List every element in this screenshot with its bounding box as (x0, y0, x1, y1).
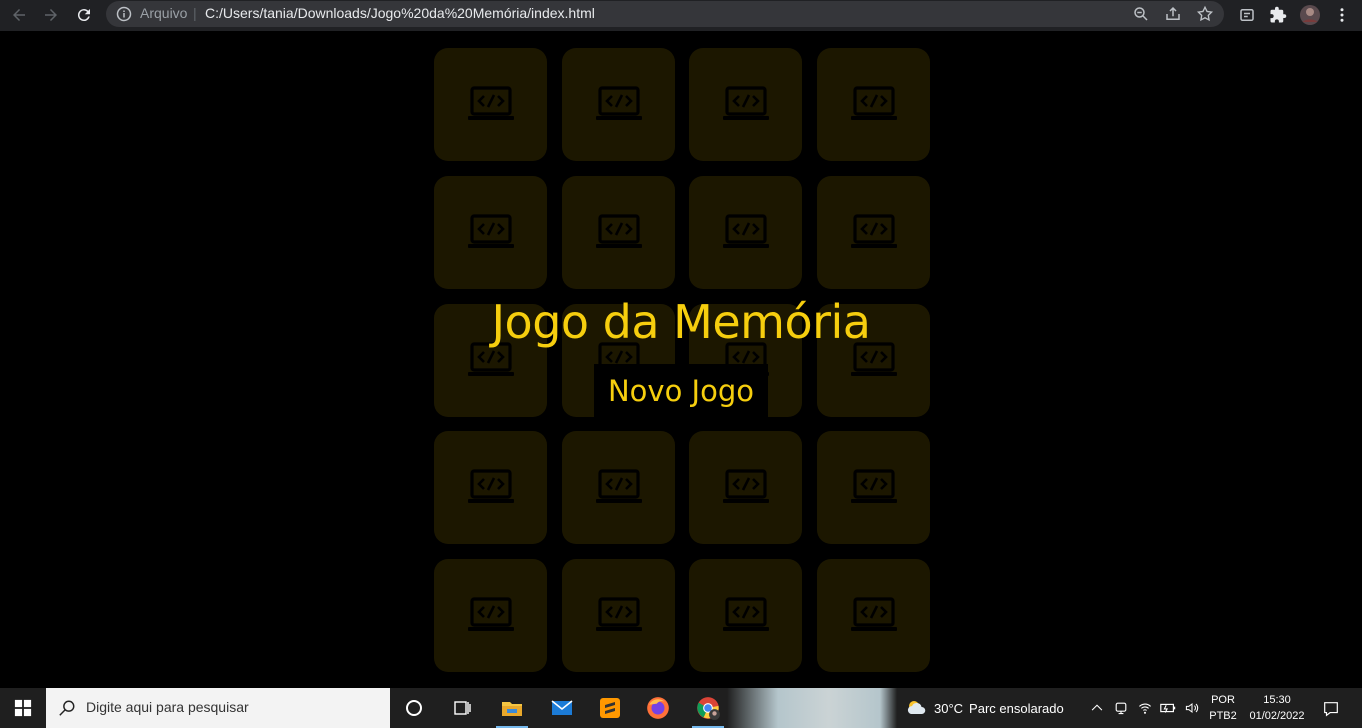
cortana-icon[interactable] (390, 688, 438, 728)
memory-card[interactable] (434, 48, 547, 161)
input-language-indicator[interactable]: POR PTB2 (1208, 692, 1238, 724)
laptop-code-icon (850, 85, 898, 125)
memory-card[interactable] (434, 431, 547, 544)
laptop-code-icon (595, 213, 643, 253)
clock-date: 01/02/2022 (1249, 710, 1305, 722)
sublime-text-icon[interactable] (586, 688, 634, 728)
memory-card[interactable] (817, 431, 930, 544)
taskbar-wallpaper-strip (727, 688, 897, 728)
new-game-button[interactable]: Novo Jogo (594, 364, 768, 418)
laptop-code-icon (722, 85, 770, 125)
share-icon[interactable] (1164, 5, 1182, 23)
memory-card[interactable] (817, 559, 930, 672)
reload-icon[interactable] (71, 2, 97, 28)
memory-card[interactable] (434, 176, 547, 289)
laptop-code-icon (595, 468, 643, 508)
battery-icon[interactable] (1158, 698, 1178, 718)
windows-start-icon[interactable] (0, 688, 46, 728)
game-title: Jogo da Memória (491, 295, 871, 349)
chrome-icon[interactable] (684, 688, 732, 728)
profile-avatar[interactable] (1299, 4, 1321, 26)
search-placeholder: Digite aqui para pesquisar (86, 699, 249, 715)
memory-card[interactable] (562, 176, 675, 289)
taskbar-search-box[interactable]: Digite aqui para pesquisar (46, 688, 390, 728)
scheme-separator: | (193, 5, 197, 21)
browser-toolbar: Arquivo | C:/Users/tania/Downloads/Jogo%… (0, 0, 1362, 31)
weather-temperature: 30°C (934, 700, 964, 716)
star-icon[interactable] (1196, 5, 1214, 23)
info-icon[interactable] (116, 6, 132, 22)
laptop-code-icon (467, 85, 515, 125)
search-icon (58, 699, 76, 717)
keyboard-layout: PTB2 (1209, 710, 1237, 722)
laptop-code-icon (595, 85, 643, 125)
laptop-code-icon (850, 596, 898, 636)
scheme-label: Arquivo (140, 5, 188, 21)
zoom-icon[interactable] (1132, 5, 1150, 23)
memory-card[interactable] (562, 48, 675, 161)
mail-icon[interactable] (538, 688, 586, 728)
notification-icon[interactable] (1318, 696, 1344, 722)
windows-taskbar: Digite aqui para pesquisar 30°C Parc ens… (0, 688, 1362, 728)
menu-icon[interactable] (1331, 4, 1353, 26)
laptop-code-icon (722, 213, 770, 253)
memory-card[interactable] (562, 559, 675, 672)
extensions-icon[interactable] (1267, 4, 1289, 26)
memory-card[interactable] (689, 559, 802, 672)
file-explorer-icon[interactable] (488, 688, 536, 728)
clock-time: 15:30 (1263, 694, 1291, 706)
weather-widget[interactable]: 30°C Parc ensolarado (904, 688, 1064, 728)
memory-card[interactable] (689, 48, 802, 161)
laptop-code-icon (722, 596, 770, 636)
laptop-code-icon (467, 596, 515, 636)
address-bar[interactable]: Arquivo | C:/Users/tania/Downloads/Jogo%… (106, 1, 1224, 27)
url-text[interactable]: C:/Users/tania/Downloads/Jogo%20da%20Mem… (205, 5, 595, 21)
forward-icon[interactable] (38, 2, 64, 28)
language-code: POR (1211, 694, 1235, 706)
weather-description: Parc ensolarado (969, 700, 1064, 716)
memory-card[interactable] (562, 431, 675, 544)
volume-icon[interactable] (1182, 698, 1202, 718)
laptop-code-icon (467, 468, 515, 508)
laptop-code-icon (595, 596, 643, 636)
memory-card[interactable] (434, 559, 547, 672)
memory-card[interactable] (817, 176, 930, 289)
laptop-code-icon (467, 213, 515, 253)
memory-card[interactable] (689, 431, 802, 544)
laptop-code-icon (850, 468, 898, 508)
laptop-code-icon (722, 468, 770, 508)
meet-now-icon[interactable] (1111, 698, 1131, 718)
back-icon[interactable] (6, 2, 32, 28)
laptop-code-icon (850, 213, 898, 253)
memory-card[interactable] (689, 176, 802, 289)
partly-sunny-icon (904, 696, 928, 720)
system-clock[interactable]: 15:30 01/02/2022 (1244, 692, 1310, 724)
firefox-icon[interactable] (634, 688, 682, 728)
chevron-up-icon[interactable] (1087, 698, 1107, 718)
memory-card[interactable] (817, 48, 930, 161)
wifi-icon[interactable] (1135, 698, 1155, 718)
task-view-icon[interactable] (438, 688, 486, 728)
reading-list-icon[interactable] (1236, 4, 1258, 26)
